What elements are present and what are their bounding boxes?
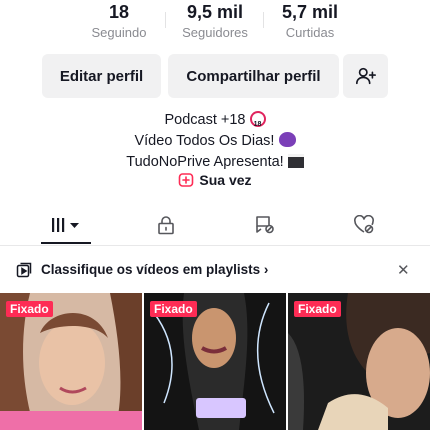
followers-count: 9,5 mil (186, 2, 244, 22)
video-grid: Fixado Fixado Fixado (0, 293, 430, 430)
video-thumbnail[interactable]: Fixado (288, 293, 430, 430)
likes-label: Curtidas (285, 25, 335, 40)
playlist-icon (16, 262, 32, 278)
bio-line-2: Vídeo Todos Os Dias! (0, 131, 430, 152)
pinned-badge: Fixado (294, 301, 341, 317)
videos-grid-icon (52, 218, 79, 232)
stat-divider (263, 12, 264, 28)
likes-count: 5,7 mil (281, 2, 339, 22)
edit-profile-button[interactable]: Editar perfil (42, 54, 161, 98)
add-friend-button[interactable] (343, 54, 388, 98)
bio-text-1: Podcast +18 (164, 112, 246, 128)
profile-stats: 18 Seguindo 9,5 mil Seguidores 5,7 mil C… (0, 0, 430, 46)
liked-hidden-icon (354, 215, 374, 234)
bio-line-1: Podcast +18 (0, 110, 430, 135)
playlist-banner[interactable]: Classifique os vídeos em playlists › ✕ (0, 255, 430, 285)
clapper-board-icon (287, 154, 304, 168)
playlist-banner-text: Classifique os vídeos em playlists › (41, 262, 268, 277)
tab-tagged[interactable] (235, 205, 295, 245)
add-video-icon (179, 173, 194, 187)
lock-icon (158, 216, 174, 235)
tab-videos[interactable] (36, 205, 96, 245)
bio-text-3: TudoNoPrive Apresenta! (126, 154, 284, 170)
video-thumbnail[interactable]: Fixado (144, 293, 286, 430)
following-count: 18 (108, 2, 130, 22)
tagged-icon (256, 216, 274, 234)
profile-bio: Podcast +18 Vídeo Todos Os Dias! TudoNoP… (0, 110, 430, 173)
active-tab-indicator (41, 242, 91, 244)
share-profile-button[interactable]: Compartilhar perfil (168, 54, 339, 98)
chevron-right-icon: › (263, 262, 269, 277)
your-turn-label: Sua vez (199, 172, 252, 188)
profile-tabs (0, 205, 430, 246)
your-turn-link[interactable]: Sua vez (0, 172, 430, 188)
devil-icon (278, 132, 296, 147)
tab-liked[interactable] (334, 205, 394, 245)
bio-line-3: TudoNoPrive Apresenta! (0, 152, 430, 173)
followers-label: Seguidores (182, 25, 248, 40)
stat-divider (165, 12, 166, 28)
bio-text-2: Vídeo Todos Os Dias! (134, 133, 275, 149)
video-thumbnail[interactable]: Fixado (0, 293, 142, 430)
tab-private[interactable] (136, 205, 196, 245)
close-icon[interactable]: ✕ (397, 261, 410, 279)
playlist-banner-label: Classifique os vídeos em playlists (41, 262, 261, 277)
pinned-badge: Fixado (150, 301, 197, 317)
add-user-icon (355, 67, 376, 85)
following-label: Seguindo (91, 25, 147, 40)
pinned-badge: Fixado (6, 301, 53, 317)
adult-only-icon (249, 111, 266, 135)
